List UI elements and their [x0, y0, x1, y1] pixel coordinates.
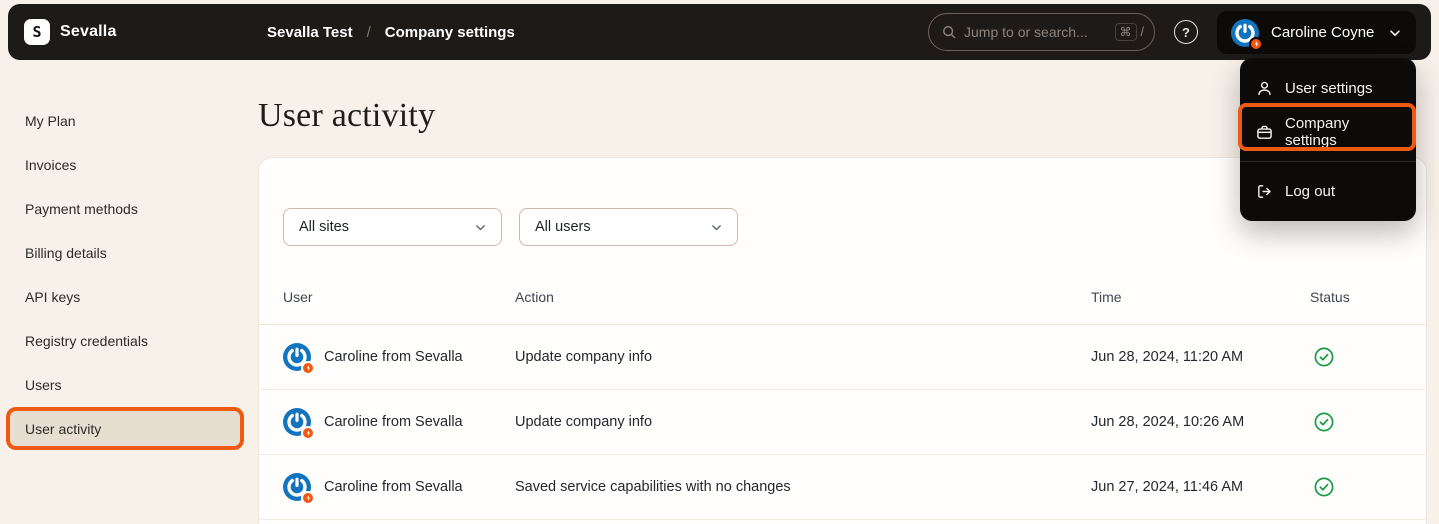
page: S Sevalla Sevalla Test / Company setting… — [0, 0, 1439, 524]
row-time-text: Jun 27, 2024, 11:46 AM — [1091, 479, 1310, 495]
question-mark-icon: ? — [1182, 25, 1190, 40]
sidebar-item-api-keys[interactable]: API keys — [8, 278, 243, 316]
sidebar-nav: My Plan Invoices Payment methods Billing… — [0, 60, 258, 454]
breadcrumb-separator: / — [367, 24, 371, 41]
logout-icon — [1256, 183, 1273, 200]
sevalla-logo-icon: S — [24, 19, 50, 45]
sidebar-item-users[interactable]: Users — [8, 366, 243, 404]
status-success-icon — [1314, 477, 1334, 497]
user-filter-value: All users — [535, 219, 591, 235]
breadcrumb-item-page[interactable]: Company settings — [385, 24, 515, 41]
user-dropdown-menu: User settings Company settings Log out — [1240, 58, 1416, 221]
site-filter-value: All sites — [299, 219, 349, 235]
column-header-status: Status — [1310, 289, 1426, 305]
sidebar-item-user-activity[interactable]: User activity — [8, 410, 243, 448]
user-avatar — [1231, 19, 1259, 47]
menu-item-log-out[interactable]: Log out — [1240, 169, 1416, 213]
sidebar-item-label: Invoices — [25, 157, 76, 173]
search-input[interactable] — [964, 24, 1107, 40]
breadcrumb-item-workspace[interactable]: Sevalla Test — [267, 24, 353, 41]
search-icon — [942, 25, 956, 39]
sidebar-item-label: Billing details — [25, 245, 107, 261]
row-time-text: Jun 28, 2024, 10:26 AM — [1091, 414, 1310, 430]
status-success-icon — [1314, 412, 1334, 432]
table-row[interactable]: Caroline from Sevalla Update company inf… — [259, 325, 1426, 390]
help-button[interactable]: ? — [1174, 20, 1198, 44]
menu-item-label: Company settings — [1285, 115, 1400, 149]
user-avatar — [283, 473, 311, 501]
table-row[interactable]: Caroline from Sevalla Saved service capa… — [259, 455, 1426, 520]
table-row[interactable]: Caroline from Sevalla Update company inf… — [259, 390, 1426, 455]
user-avatar — [283, 408, 311, 436]
sidebar-item-label: My Plan — [25, 113, 76, 129]
notification-badge-icon — [301, 361, 315, 375]
menu-item-company-settings[interactable]: Company settings — [1240, 110, 1416, 154]
brand[interactable]: S Sevalla — [24, 19, 117, 45]
column-header-time: Time — [1091, 289, 1310, 305]
table-body: Caroline from Sevalla Update company inf… — [259, 325, 1426, 520]
status-success-icon — [1314, 347, 1334, 367]
row-user-name: Caroline from Sevalla — [324, 479, 463, 495]
notification-badge-icon — [301, 426, 315, 440]
menu-divider — [1240, 161, 1416, 162]
row-time-text: Jun 28, 2024, 11:20 AM — [1091, 349, 1310, 365]
notification-badge-icon — [301, 491, 315, 505]
search-box[interactable]: ⌘ / — [928, 13, 1155, 51]
sidebar-item-payment-methods[interactable]: Payment methods — [8, 190, 243, 228]
menu-item-user-settings[interactable]: User settings — [1240, 66, 1416, 110]
site-filter-select[interactable]: All sites — [283, 208, 502, 246]
row-action-text: Saved service capabilities with no chang… — [515, 479, 1091, 495]
menu-item-label: Log out — [1285, 183, 1335, 200]
user-filter-select[interactable]: All users — [519, 208, 738, 246]
chevron-down-icon — [1388, 26, 1402, 40]
brand-name: Sevalla — [60, 23, 117, 41]
sidebar-item-registry-credentials[interactable]: Registry credentials — [8, 322, 243, 360]
sidebar-item-label: Payment methods — [25, 201, 138, 217]
column-header-user: User — [259, 289, 515, 305]
row-user-name: Caroline from Sevalla — [324, 414, 463, 430]
sidebar-item-my-plan[interactable]: My Plan — [8, 102, 243, 140]
sidebar-item-label: API keys — [25, 289, 80, 305]
table-header-row: User Action Time Status — [259, 270, 1426, 325]
chevron-down-icon — [474, 221, 487, 234]
sevalla-logo-letter: S — [32, 23, 41, 41]
sidebar-item-invoices[interactable]: Invoices — [8, 146, 243, 184]
breadcrumb: Sevalla Test / Company settings — [267, 4, 515, 60]
notification-badge-icon — [1249, 37, 1263, 51]
row-action-text: Update company info — [515, 414, 1091, 430]
activity-table: User Action Time Status Caroline from Se… — [259, 270, 1426, 520]
command-key: ⌘ — [1115, 23, 1137, 41]
slash-key: / — [1141, 25, 1144, 39]
user-menu-button[interactable]: Caroline Coyne — [1217, 11, 1416, 54]
sidebar-item-label: User activity — [25, 421, 101, 437]
row-user-name: Caroline from Sevalla — [324, 349, 463, 365]
menu-item-label: User settings — [1285, 80, 1373, 97]
sidebar-item-label: Registry credentials — [25, 333, 148, 349]
keyboard-shortcut: ⌘ / — [1115, 23, 1144, 41]
top-navigation-bar: S Sevalla Sevalla Test / Company setting… — [8, 4, 1431, 60]
row-action-text: Update company info — [515, 349, 1091, 365]
sidebar-item-billing-details[interactable]: Billing details — [8, 234, 243, 272]
sidebar-item-label: Users — [25, 377, 62, 393]
column-header-action: Action — [515, 289, 1091, 305]
chevron-down-icon — [710, 221, 723, 234]
user-icon — [1256, 80, 1273, 97]
briefcase-icon — [1256, 124, 1273, 141]
user-avatar — [283, 343, 311, 371]
user-name: Caroline Coyne — [1271, 24, 1374, 41]
